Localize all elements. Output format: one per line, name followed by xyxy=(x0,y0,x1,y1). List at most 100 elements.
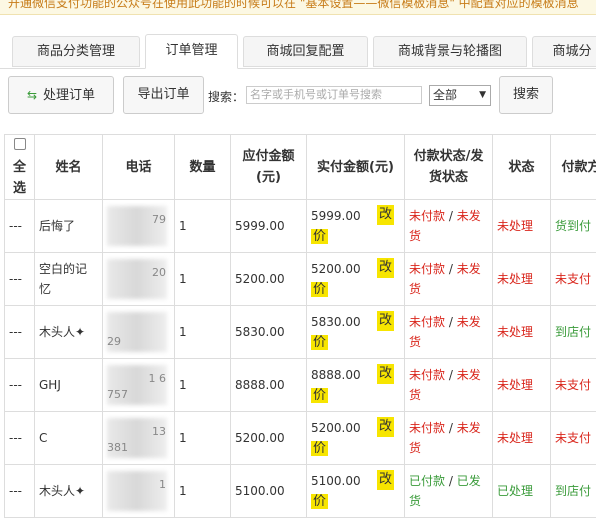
amount-paid: 5830.00 xyxy=(311,315,361,329)
modify-price-button[interactable]: 改 xyxy=(377,258,394,278)
row-select[interactable]: --- xyxy=(5,253,35,306)
process-icon: ⇆ xyxy=(27,88,37,102)
amount-due: 5830.00 xyxy=(231,306,307,359)
pay-status: 已付款 xyxy=(409,474,445,488)
pay-ship-status: 未付款 / 未发货 xyxy=(405,253,493,306)
pay-status: 未付款 xyxy=(409,209,445,223)
phone-fragment-2: 381 xyxy=(107,438,128,458)
tab-more[interactable]: 商城分 xyxy=(532,36,596,67)
modify-price-button-2[interactable]: 价 xyxy=(311,388,328,403)
select-all-label: 全选 xyxy=(13,160,26,196)
tab-reply-config[interactable]: 商城回复配置 xyxy=(243,36,368,67)
tab-bar: 商品分类管理 订单管理 商城回复配置 商城背景与轮播图 商城分 xyxy=(0,34,596,69)
modify-price-button[interactable]: 改 xyxy=(377,417,394,437)
phone-cell: 79 xyxy=(103,200,175,253)
row-select[interactable]: --- xyxy=(5,306,35,359)
order-status: 已处理 xyxy=(493,465,551,518)
header-pay-method: 付款方式 xyxy=(551,135,596,200)
orders-table: 全选 姓名 电话 数量 应付金额(元) 实付金额(元) 付款状态/发货状态 状态… xyxy=(4,134,596,518)
header-amount-due: 应付金额(元) xyxy=(231,135,307,200)
phone-fragment-2: 757 xyxy=(107,385,128,405)
modify-price-button[interactable]: 改 xyxy=(377,470,394,490)
amount-due: 5100.00 xyxy=(231,465,307,518)
pay-method: 未支付 xyxy=(551,359,596,412)
amount-due: 8888.00 xyxy=(231,359,307,412)
pay-status: 未付款 xyxy=(409,368,445,382)
select-all-checkbox[interactable] xyxy=(14,138,26,150)
quantity: 1 xyxy=(175,359,231,412)
row-select[interactable]: --- xyxy=(5,465,35,518)
pay-method: 到店付 xyxy=(551,306,596,359)
order-status: 未处理 xyxy=(493,306,551,359)
phone-fragment: 13 xyxy=(152,422,166,442)
amount-due: 5999.00 xyxy=(231,200,307,253)
amount-paid: 5200.00 xyxy=(311,262,361,276)
phone-cell: 13 381 xyxy=(103,412,175,465)
customer-name: 空白的记忆 xyxy=(35,253,103,306)
export-order-button[interactable]: 导出订单 xyxy=(123,76,204,114)
pay-status: 未付款 xyxy=(409,262,445,276)
amount-paid: 8888.00 xyxy=(311,368,361,382)
modify-price-button[interactable]: 改 xyxy=(377,311,394,331)
quantity: 1 xyxy=(175,412,231,465)
dropdown-arrow-icon: ▼ xyxy=(479,86,486,105)
amount-paid: 5200.00 xyxy=(311,421,361,435)
process-order-button[interactable]: ⇆处理订单 xyxy=(8,76,114,114)
search-button[interactable]: 搜索 xyxy=(499,76,553,114)
notice-bar: 开通微信支付功能的公众号在使用此功能的时候可以在 "基本设置——微信模板消息" … xyxy=(0,0,596,15)
pay-ship-status: 未付款 / 未发货 xyxy=(405,200,493,253)
amount-due: 5200.00 xyxy=(231,412,307,465)
pay-status: 未付款 xyxy=(409,421,445,435)
quantity: 1 xyxy=(175,465,231,518)
quantity: 1 xyxy=(175,200,231,253)
order-status: 未处理 xyxy=(493,253,551,306)
quantity: 1 xyxy=(175,253,231,306)
row-select[interactable]: --- xyxy=(5,412,35,465)
modify-price-button-2[interactable]: 价 xyxy=(311,282,328,297)
header-name: 姓名 xyxy=(35,135,103,200)
notice-text: 开通微信支付功能的公众号在使用此功能的时候可以在 "基本设置——微信模板消息" … xyxy=(8,0,579,6)
modify-price-button-2[interactable]: 价 xyxy=(311,335,328,350)
status-filter-value: 全部 xyxy=(433,88,457,102)
order-status: 未处理 xyxy=(493,359,551,412)
table-row: ---后悔了7915999.005999.00改价未付款 / 未发货未处理货到付 xyxy=(5,200,596,253)
customer-name: C xyxy=(35,412,103,465)
header-quantity: 数量 xyxy=(175,135,231,200)
phone-fragment: 79 xyxy=(152,210,166,230)
phone-redaction xyxy=(107,471,167,511)
amount-paid: 5100.00 xyxy=(311,474,361,488)
phone-cell: 20 xyxy=(103,253,175,306)
tab-background-carousel[interactable]: 商城背景与轮播图 xyxy=(373,36,527,67)
tab-orders[interactable]: 订单管理 xyxy=(145,34,238,69)
row-select[interactable]: --- xyxy=(5,359,35,412)
modify-price-button-2[interactable]: 价 xyxy=(311,494,328,509)
search-label: 搜索： xyxy=(208,88,244,105)
modify-price-button[interactable]: 改 xyxy=(377,205,394,225)
modify-price-button-2[interactable]: 价 xyxy=(311,229,328,244)
header-status: 状态 xyxy=(493,135,551,200)
amount-paid-cell: 5100.00 改价 xyxy=(307,465,405,518)
customer-name: 木头人✦ xyxy=(35,465,103,518)
header-phone: 电话 xyxy=(103,135,175,200)
table-row: ---GHJ1 675718888.008888.00改价未付款 / 未发货未处… xyxy=(5,359,596,412)
table-row: ---空白的记忆2015200.005200.00改价未付款 / 未发货未处理未… xyxy=(5,253,596,306)
pay-status: 未付款 xyxy=(409,315,445,329)
row-select[interactable]: --- xyxy=(5,200,35,253)
select-all-header[interactable]: 全选 xyxy=(5,135,35,200)
header-amount-paid: 实付金额(元) xyxy=(307,135,405,200)
amount-due: 5200.00 xyxy=(231,253,307,306)
phone-cell: 1 6757 xyxy=(103,359,175,412)
order-status: 未处理 xyxy=(493,200,551,253)
search-input[interactable]: 名字或手机号或订单号搜索 xyxy=(246,86,422,104)
phone-cell: 29 xyxy=(103,306,175,359)
pay-ship-status: 已付款 / 已发货 xyxy=(405,465,493,518)
amount-paid-cell: 5200.00 改价 xyxy=(307,412,405,465)
tab-category[interactable]: 商品分类管理 xyxy=(12,36,140,67)
modify-price-button-2[interactable]: 价 xyxy=(311,441,328,456)
orders-table-body: ---后悔了7915999.005999.00改价未付款 / 未发货未处理货到付… xyxy=(5,200,596,518)
modify-price-button[interactable]: 改 xyxy=(377,364,394,384)
quantity: 1 xyxy=(175,306,231,359)
amount-paid: 5999.00 xyxy=(311,209,361,223)
status-filter-select[interactable]: 全部 ▼ xyxy=(429,85,491,106)
amount-paid-cell: 8888.00 改价 xyxy=(307,359,405,412)
